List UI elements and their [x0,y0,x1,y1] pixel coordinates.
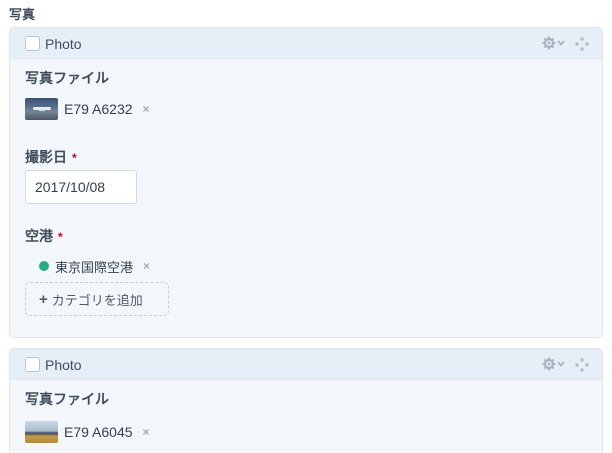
photo-asset-label: E79 A6045 [64,424,133,440]
photo-file-label: 写真ファイル [25,391,109,407]
date-label-text: 撮影日 [25,149,67,165]
photo-asset-label: E79 A6232 [64,101,133,117]
airport-label-text: 空港 [25,228,53,244]
add-category-button[interactable]: + カテゴリを追加 [25,282,169,316]
date-field-label: 撮影日 * [25,147,77,167]
block-move-handle[interactable] [575,358,589,372]
matrix-block-photo: Photo 写真ファイル [9,348,603,453]
photo-asset[interactable]: E79 A6045 × [25,421,150,443]
block-type-label: Photo [45,36,82,52]
gear-icon [542,357,565,371]
remove-category-icon[interactable]: × [143,259,150,273]
move-icon [575,37,589,51]
block-select-checkbox[interactable] [25,36,40,51]
block-move-handle[interactable] [575,37,589,51]
block-settings-button[interactable] [542,357,566,371]
category-label: 東京国際空港 [55,259,134,275]
photo-asset[interactable]: E79 A6232 × [25,98,150,120]
category-status-dot [39,261,49,271]
photo-file-label: 写真ファイル [25,70,109,86]
block-type-label: Photo [45,357,82,373]
date-input[interactable] [25,170,137,204]
block-header: Photo [10,349,602,380]
required-indicator: * [58,230,63,244]
block-select-checkbox[interactable] [25,357,40,372]
block-header: Photo [10,28,602,59]
block-settings-button[interactable] [542,36,566,50]
remove-asset-icon[interactable]: × [143,425,150,439]
move-icon [575,358,589,372]
remove-asset-icon[interactable]: × [143,102,150,116]
category-item: 東京国際空港 × [39,257,150,275]
plus-icon: + [39,290,48,308]
photo-thumbnail [25,421,58,443]
add-category-label: カテゴリを追加 [51,292,143,308]
gear-icon [542,36,565,50]
photo-thumbnail [25,98,58,120]
matrix-block-photo: Photo 写真ファイル [9,27,603,338]
required-indicator: * [72,151,77,165]
section-title: 写真 [9,7,36,22]
airport-field-label: 空港 * [25,226,63,246]
